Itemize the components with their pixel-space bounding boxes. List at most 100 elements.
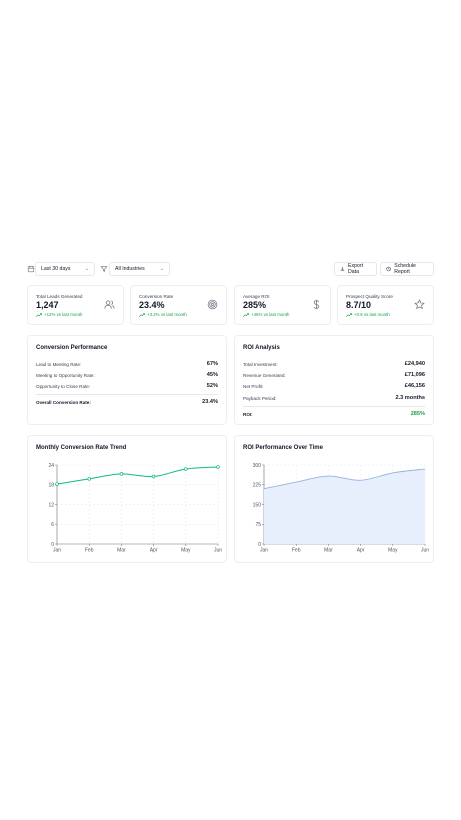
y-tick-label: 6 — [51, 522, 54, 528]
series-line — [56, 466, 219, 485]
filter-toolbar: Last 30 days ⌄ All Industries ⌄ Export D… — [27, 262, 434, 276]
x-tick-label: Jun — [214, 548, 222, 554]
target-icon — [207, 299, 218, 310]
conversion-trend-chart: 06121824Jan Feb Mar Apr May Jun — [48, 463, 222, 554]
y-tick-label: 300 — [253, 463, 262, 469]
roi-analysis-card: ROI Analysis Total Investment: £24,940 R… — [234, 335, 434, 425]
data-point — [55, 482, 59, 486]
export-data-label: Export Data — [348, 263, 364, 275]
filter-icon — [100, 266, 108, 272]
metric-value: £71,096 — [404, 372, 425, 378]
metric-row: Meeting to Opportunity Rate: 45% — [36, 371, 218, 379]
kpi-change: +3.2% vs last month — [139, 312, 187, 317]
star-icon — [414, 299, 425, 309]
trend-up-icon — [243, 312, 249, 317]
kpi-label: Total Leads Generated — [36, 294, 83, 299]
roi-performance-chart: 075150225300Jan Feb Mar Apr May Jun — [253, 463, 430, 554]
kpi-card-prospect-quality: Prospect Quality Score 8.7/10 +0.8 vs la… — [337, 285, 434, 325]
kpi-change: +45% vs last month — [243, 312, 289, 317]
metric-label: Meeting to Opportunity Rate: — [36, 372, 95, 378]
metric-label: Opportunity to Close Rate: — [36, 383, 91, 389]
schedule-report-label: Schedule Report — [394, 263, 416, 275]
calendar-icon — [27, 265, 35, 273]
data-point — [184, 467, 188, 471]
metric-label: Total Investment: — [243, 361, 278, 367]
metric-label: Payback Period: — [243, 395, 277, 401]
metric-row: Net Profit: £46,156 — [243, 382, 425, 390]
metric-label: Net Profit: — [243, 383, 264, 389]
x-tick-label: Feb — [85, 548, 94, 554]
data-point — [151, 474, 156, 479]
metric-row: Payback Period: 2.3 months — [243, 394, 425, 402]
y-tick-label: 18 — [48, 483, 54, 489]
data-point — [119, 472, 124, 476]
metric-label: Revenue Generated: — [243, 372, 286, 378]
export-data-button[interactable]: Export Data — [334, 262, 377, 276]
x-tick-label: Jan — [260, 548, 268, 554]
data-point — [216, 465, 220, 469]
kpi-card-total-leads: Total Leads Generated 1,247 +12% vs last… — [27, 285, 124, 325]
dollar-icon — [313, 299, 320, 310]
metric-label: Lead to Meeting Rate: — [36, 361, 82, 367]
metric-label: ROI: — [243, 411, 253, 417]
kpi-change-text: +12% vs last month — [44, 312, 83, 317]
metric-value: 45% — [206, 372, 218, 378]
users-icon — [104, 300, 115, 309]
metric-row: Lead to Meeting Rate: 67% — [36, 360, 218, 368]
metric-value: £46,156 — [404, 383, 425, 389]
roi-row: ROI: 285% — [243, 410, 425, 418]
x-tick-label: Mar — [117, 548, 126, 554]
y-tick-label: 225 — [253, 483, 262, 489]
x-tick-label: Mar — [324, 548, 333, 554]
kpi-card-average-roi: Average ROI 285% +45% vs last month — [234, 285, 331, 325]
metric-value: 285% — [410, 411, 425, 417]
trend-up-icon — [36, 312, 42, 317]
trend-up-icon — [346, 312, 352, 317]
x-tick-label: Jun — [421, 548, 429, 554]
kpi-change-text: +3.2% vs last month — [147, 312, 187, 317]
download-icon — [340, 266, 345, 271]
area-fill — [264, 468, 425, 544]
metric-value: 23.4% — [202, 399, 218, 405]
metric-value: £24,940 — [404, 361, 425, 367]
kpi-label: Average ROI — [243, 294, 270, 299]
card-title: ROI Analysis — [243, 345, 280, 351]
data-point — [87, 477, 91, 481]
schedule-report-button[interactable]: Schedule Report — [380, 262, 434, 276]
x-tick-label: May — [388, 548, 398, 554]
x-tick-label: May — [181, 548, 191, 554]
kpi-value: 8.7/10 — [346, 300, 372, 310]
metric-row: Total Investment: £24,940 — [243, 360, 425, 368]
y-tick-label: 75 — [255, 522, 261, 528]
date-range-select[interactable]: Last 30 days ⌄ — [35, 262, 95, 276]
trend-up-icon — [139, 312, 145, 317]
metric-row: Opportunity to Close Rate: 52% — [36, 382, 218, 390]
kpi-label: Prospect Quality Score — [346, 294, 393, 299]
metric-label: Overall Conversion Rate: — [36, 399, 91, 405]
divider — [36, 394, 218, 395]
metric-value: 2.3 months — [395, 395, 425, 401]
kpi-card-conversion-rate: Conversion Rate 23.4% +3.2% vs last mont… — [130, 285, 227, 325]
x-tick-label: Feb — [292, 548, 301, 554]
x-tick-label: Apr — [150, 548, 158, 554]
y-tick-label: 150 — [253, 502, 262, 508]
kpi-label: Conversion Rate — [139, 294, 174, 299]
date-range-value: Last 30 days — [41, 266, 71, 272]
industry-value: All Industries — [115, 266, 145, 272]
clock-icon — [386, 266, 391, 272]
overall-row: Overall Conversion Rate: 23.4% — [36, 398, 218, 406]
card-title: Conversion Performance — [36, 345, 108, 351]
metric-row: Revenue Generated: £71,096 — [243, 371, 425, 379]
industry-select[interactable]: All Industries ⌄ — [109, 262, 170, 276]
metric-value: 52% — [206, 383, 218, 389]
conversion-performance-card: Conversion Performance Lead to Meeting R… — [27, 335, 227, 425]
kpi-change: +12% vs last month — [36, 312, 82, 317]
y-tick-label: 24 — [48, 463, 54, 469]
roi-performance-chart-card: ROI Performance Over Time 0 75 150 225 300 Ja… — [234, 435, 434, 563]
kpi-value: 285% — [243, 300, 267, 310]
conversion-trend-chart-card: Monthly Conversion Rate Trend 0 6 12 18 24 Ja… — [27, 435, 227, 563]
x-tick-label: Apr — [357, 548, 365, 554]
divider — [243, 406, 425, 407]
kpi-value: 23.4% — [139, 300, 165, 310]
kpi-change: +0.8 vs last month — [346, 312, 390, 317]
